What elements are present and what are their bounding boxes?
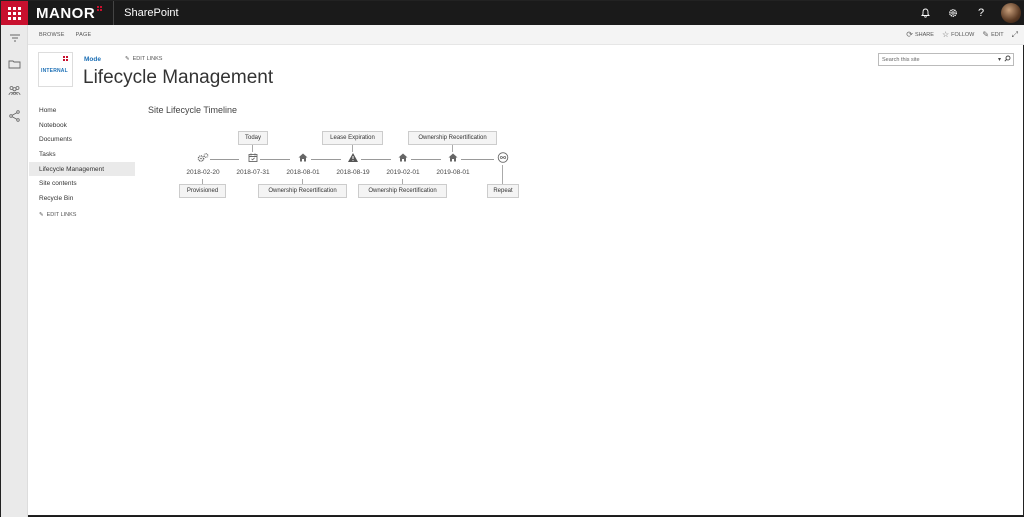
- timeline-label: Ownership Recertification: [258, 184, 347, 198]
- label-connector: [452, 145, 453, 152]
- timeline-label: Ownership Recertification: [408, 131, 497, 145]
- label-connector: [352, 145, 353, 152]
- gears-icon: [197, 153, 209, 166]
- timeline-connector: [361, 159, 391, 160]
- timeline-connector: [311, 159, 341, 160]
- calendar-icon: [248, 153, 258, 166]
- sharepoint-window: MANOR SharePoint ? BROWSE PAGE ⟳ SHARE ☆…: [0, 0, 1024, 517]
- home-icon: [398, 153, 408, 165]
- timeline-date: 2018-08-01: [286, 169, 320, 176]
- timeline-label: Today: [238, 131, 268, 145]
- home-icon: [448, 153, 458, 165]
- lifecycle-timeline: 2018-02-20 Provisioned Today 2018-07-31 …: [1, 1, 1024, 517]
- timeline-date: 2018-02-20: [186, 169, 220, 176]
- label-connector: [502, 165, 503, 184]
- home-icon: [298, 153, 308, 165]
- timeline-connector: [461, 159, 494, 160]
- warning-icon: [348, 153, 359, 166]
- infinity-icon: [497, 152, 509, 166]
- timeline-connector: [260, 159, 290, 160]
- timeline-label: Ownership Recertification: [358, 184, 447, 198]
- timeline-label: Lease Expiration: [322, 131, 383, 145]
- timeline-label: Repeat: [487, 184, 519, 198]
- timeline-label: Provisioned: [179, 184, 226, 198]
- timeline-date: 2019-08-01: [436, 169, 470, 176]
- timeline-date: 2019-02-01: [386, 169, 420, 176]
- timeline-date: 2018-08-19: [336, 169, 370, 176]
- label-connector: [252, 145, 253, 152]
- timeline-connector: [210, 159, 239, 160]
- timeline-date: 2018-07-31: [236, 169, 270, 176]
- timeline-connector: [411, 159, 441, 160]
